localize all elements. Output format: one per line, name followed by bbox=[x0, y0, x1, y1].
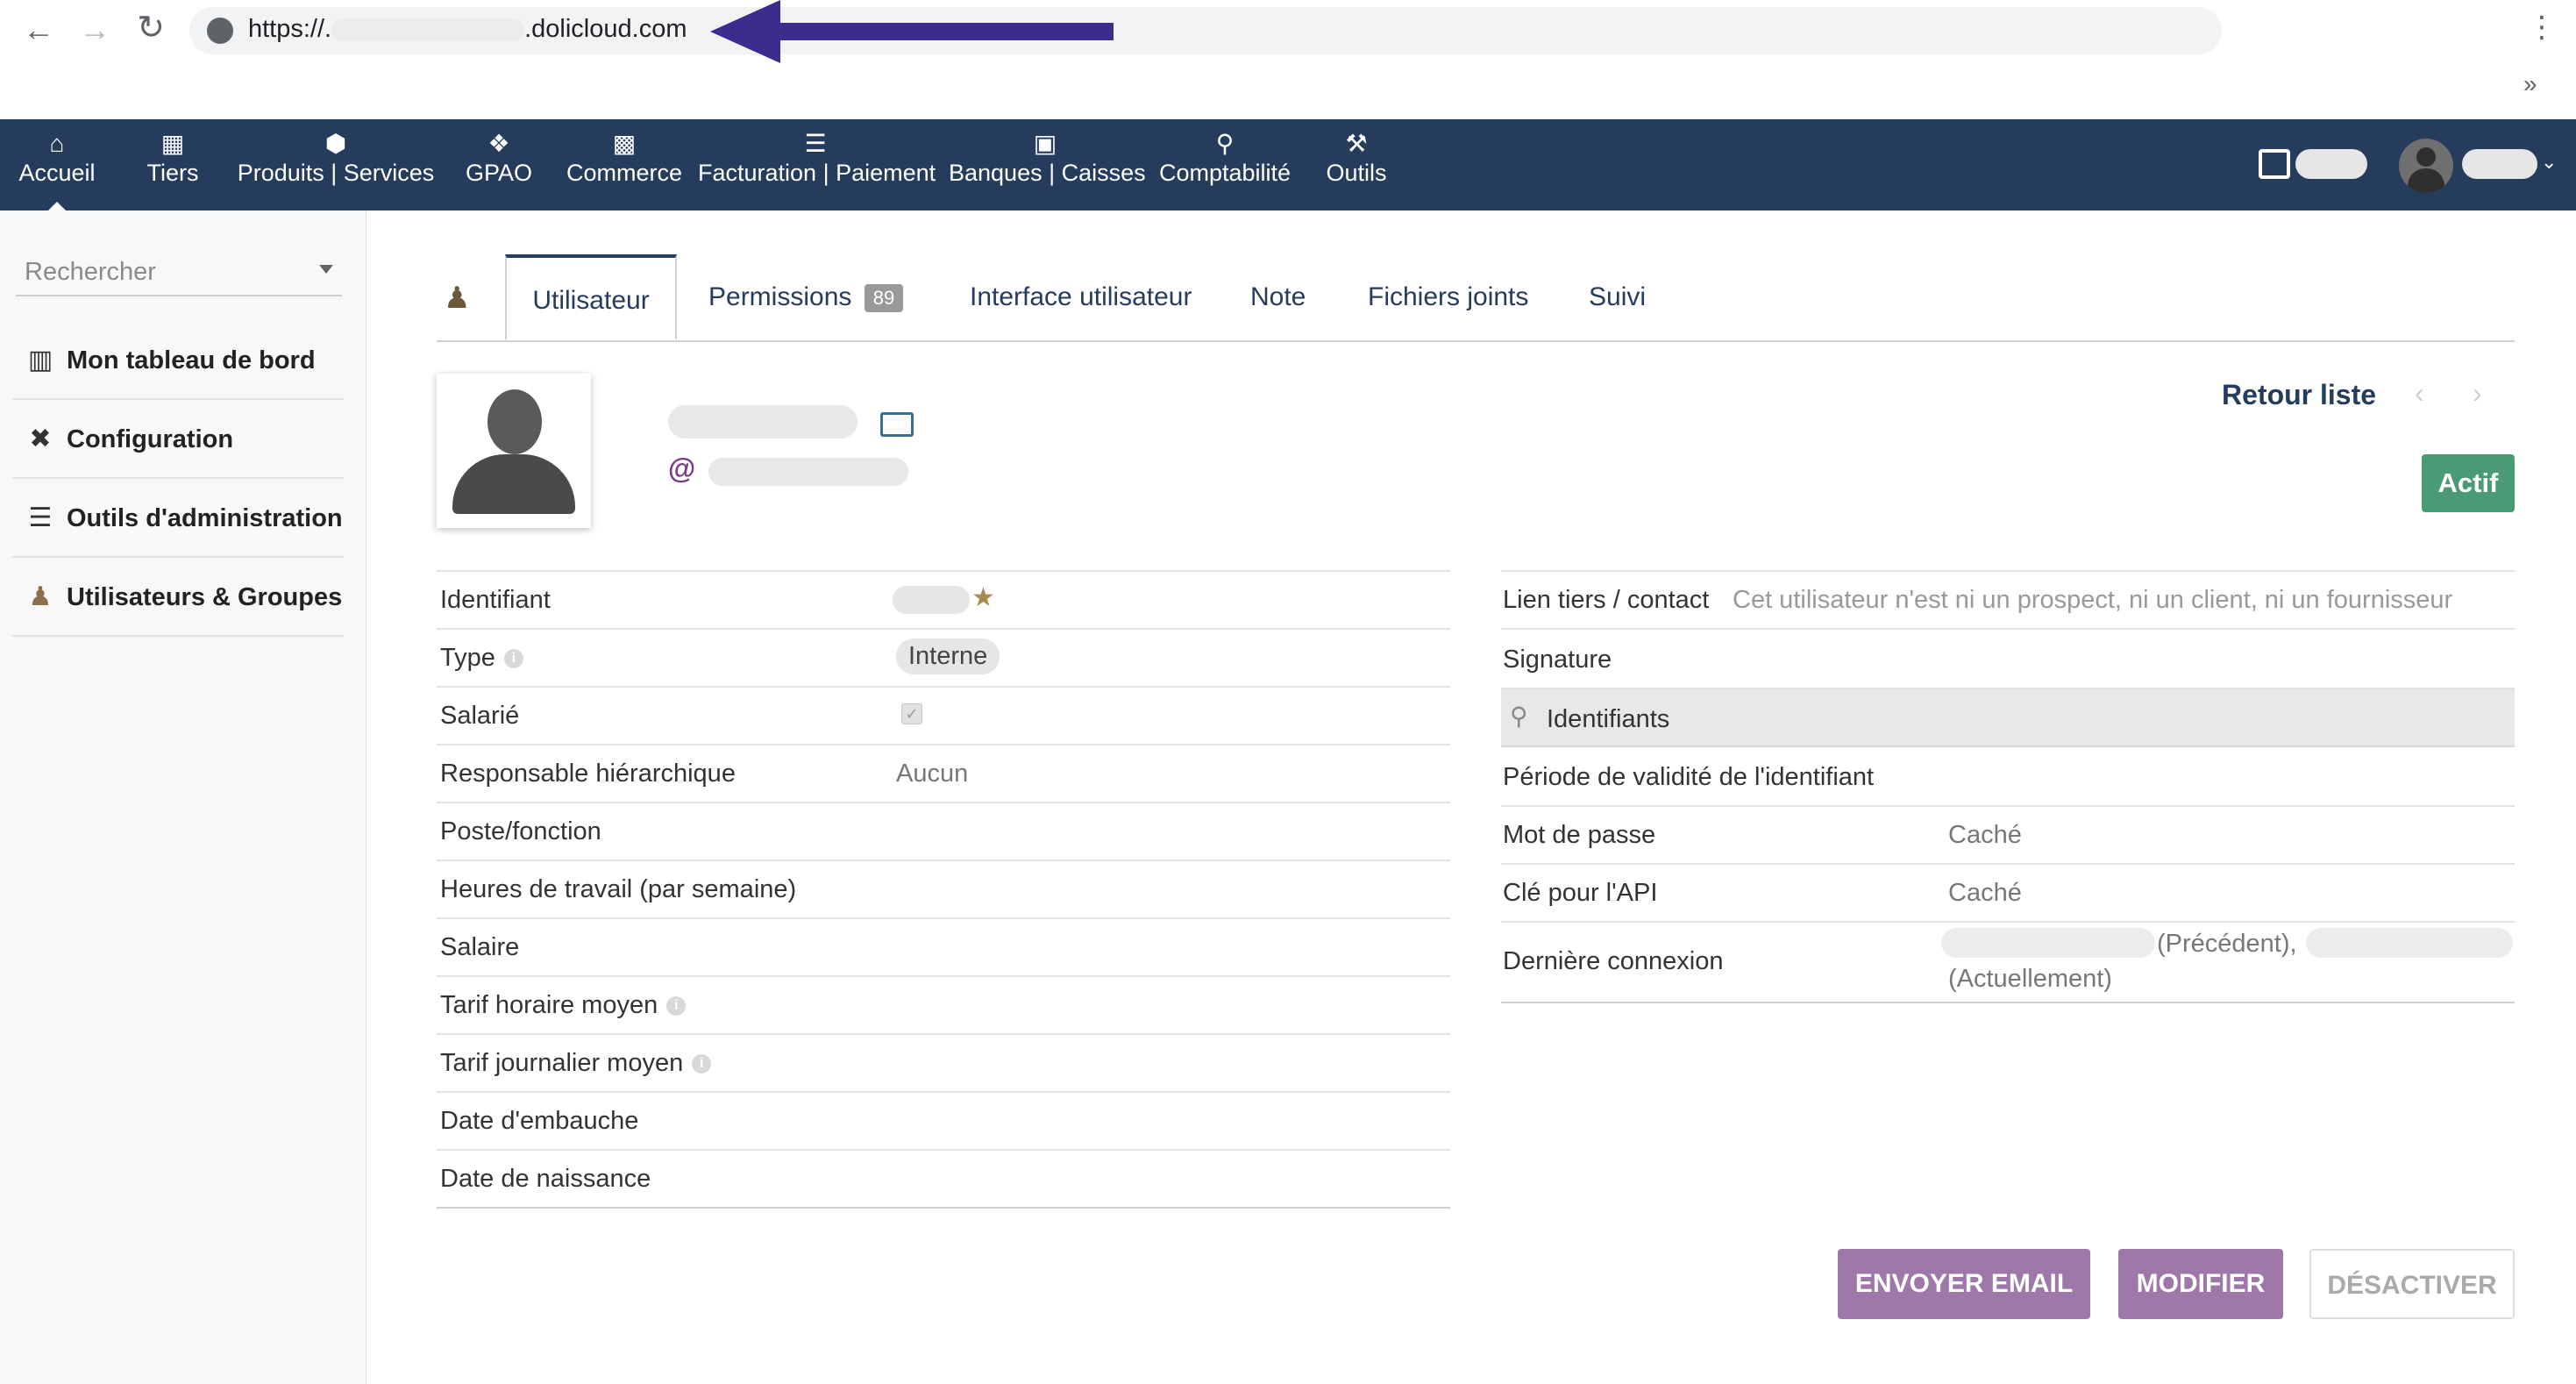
chart-bar-icon: ▥ bbox=[27, 346, 53, 375]
print-icon[interactable] bbox=[2259, 149, 2290, 179]
identifiant-placeholder bbox=[893, 586, 970, 614]
salarie-checkbox[interactable]: ✓ bbox=[901, 703, 922, 724]
identifiants-section-header: ⚲ Identifiants bbox=[1501, 689, 2515, 747]
menu-item-facturation-paiement[interactable]: ☰ Facturation | Paiement bbox=[698, 119, 936, 210]
menu-item-comptabilite[interactable]: ⚲ Comptabilité bbox=[1157, 119, 1292, 210]
field-row-date-embauche: Date d'embauche bbox=[437, 1093, 1450, 1151]
sidebar-item-utilisateurs-groupes[interactable]: ♟ Utilisateurs & Groupes bbox=[12, 558, 344, 637]
field-row-cle-api: Clé pour l'API Caché bbox=[1501, 865, 2515, 923]
home-icon: ⌂ bbox=[49, 130, 65, 157]
menu-item-banques-caisses[interactable]: ▣ Banques | Caisses bbox=[949, 119, 1146, 210]
menu-item-gpao[interactable]: ❖ GPAO bbox=[459, 119, 538, 210]
company-name-pill[interactable] bbox=[2295, 149, 2367, 179]
search-dollar-icon: ⚲ bbox=[1215, 130, 1235, 157]
tab-fichiers-joints[interactable]: Fichiers joints bbox=[1368, 254, 1528, 340]
field-row-derniere-connexion: Dernière connexion (Précédent), (Actuell… bbox=[1501, 923, 2515, 1003]
info-icon: i bbox=[666, 996, 687, 1017]
permissions-count-badge: 89 bbox=[864, 284, 904, 313]
search-placeholder: Rechercher bbox=[25, 258, 156, 286]
chevron-down-icon[interactable]: ⌄ bbox=[2541, 151, 2557, 174]
user-icon: ♟ bbox=[28, 582, 53, 611]
reload-icon[interactable]: ↻ bbox=[130, 11, 172, 45]
menu-item-produits-services[interactable]: ⬢ Produits | Services bbox=[237, 119, 435, 210]
field-row-mot-de-passe: Mot de passe Caché bbox=[1501, 807, 2515, 865]
previous-record-icon[interactable]: ‹ bbox=[2415, 377, 2424, 410]
annotation-arrow-icon bbox=[710, 0, 1114, 63]
field-row-identifiant: Identifiant ★ bbox=[437, 572, 1450, 630]
tab-utilisateur[interactable]: Utilisateur bbox=[505, 254, 677, 340]
send-email-button[interactable]: ENVOYER EMAIL bbox=[1838, 1249, 2090, 1319]
star-icon: ★ bbox=[971, 583, 995, 612]
url-text[interactable]: https://. .dolicloud.com bbox=[248, 15, 687, 44]
active-indicator bbox=[48, 202, 66, 210]
field-row-poste: Poste/fonction bbox=[437, 803, 1450, 861]
info-icon: i bbox=[692, 1054, 712, 1074]
user-avatar[interactable] bbox=[2399, 139, 2453, 193]
briefcase-icon: ▩ bbox=[612, 130, 637, 157]
user-email-placeholder[interactable] bbox=[708, 458, 908, 486]
coins-icon: ☰ bbox=[804, 130, 827, 157]
vcard-icon[interactable] bbox=[880, 412, 914, 437]
current-login-placeholder bbox=[2306, 928, 2513, 958]
modify-button[interactable]: MODIFIER bbox=[2118, 1249, 2283, 1319]
menu-item-outils[interactable]: ⚒ Outils bbox=[1320, 119, 1392, 210]
user-fullname-placeholder bbox=[668, 405, 857, 439]
dropdown-arrow-icon bbox=[319, 265, 333, 274]
menu-item-commerce[interactable]: ▩ Commerce bbox=[561, 119, 687, 210]
sidebar-item-configuration[interactable]: ✖ Configuration bbox=[12, 400, 344, 479]
field-row-tarif-journalier: Tarif journalier moyen i bbox=[437, 1035, 1450, 1093]
tab-permissions[interactable]: Permissions 89 bbox=[708, 254, 904, 340]
field-row-tarif-horaire: Tarif horaire moyen i bbox=[437, 977, 1450, 1035]
building-icon: ▦ bbox=[160, 130, 185, 157]
bookmarks-overflow-icon[interactable]: » bbox=[2523, 70, 2537, 98]
browser-menu-icon[interactable]: ⋮ bbox=[2527, 12, 2557, 42]
field-row-validite: Période de validité de l'identifiant bbox=[1501, 749, 2515, 807]
wrench-icon: ⚒ bbox=[1345, 130, 1368, 157]
field-row-heures: Heures de travail (par semaine) bbox=[437, 861, 1450, 919]
back-to-list-link[interactable]: Retour liste bbox=[2222, 379, 2376, 411]
tab-suivi[interactable]: Suivi bbox=[1589, 254, 1646, 340]
type-badge: Interne bbox=[896, 638, 1000, 674]
field-row-lien-tiers: Lien tiers / contact Cet utilisateur n'e… bbox=[1501, 572, 2515, 630]
forward-arrow-icon[interactable]: → bbox=[74, 14, 116, 46]
field-row-date-naissance: Date de naissance bbox=[437, 1151, 1450, 1209]
tab-note[interactable]: Note bbox=[1250, 254, 1306, 340]
status-badge: Actif bbox=[2422, 454, 2515, 512]
cubes-icon: ❖ bbox=[487, 130, 510, 157]
info-icon: i bbox=[503, 649, 523, 669]
user-name-pill[interactable] bbox=[2462, 149, 2537, 179]
key-icon: ⚲ bbox=[1510, 703, 1528, 730]
tools-icon: ✖ bbox=[29, 424, 52, 453]
next-record-icon[interactable]: › bbox=[2473, 377, 2482, 410]
sidebar-item-tableau-de-bord[interactable]: ▥ Mon tableau de bord bbox=[12, 321, 344, 400]
tabs-baseline bbox=[437, 340, 2515, 342]
cube-icon: ⬢ bbox=[324, 130, 347, 157]
menu-item-accueil[interactable]: ⌂ Accueil bbox=[7, 119, 107, 210]
user-photo[interactable] bbox=[437, 374, 591, 528]
field-row-type: Type i Interne bbox=[437, 630, 1450, 688]
server-icon: ☰ bbox=[28, 503, 53, 532]
previous-login-placeholder bbox=[1941, 928, 2155, 958]
menu-item-tiers[interactable]: ▦ Tiers bbox=[133, 119, 212, 210]
site-info-icon[interactable] bbox=[207, 18, 233, 44]
back-arrow-icon[interactable]: ← bbox=[18, 14, 60, 46]
field-row-salaire: Salaire bbox=[437, 919, 1450, 977]
email-icon: @ bbox=[668, 453, 696, 484]
tab-interface-utilisateur[interactable]: Interface utilisateur bbox=[970, 254, 1192, 340]
field-row-salarie: Salarié ✓ bbox=[437, 688, 1450, 746]
deactivate-button[interactable]: DÉSACTIVER bbox=[2309, 1249, 2515, 1319]
search-select[interactable]: Rechercher bbox=[16, 253, 342, 296]
user-tab-icon: ♟ bbox=[444, 282, 471, 315]
sidebar-item-outils-administration[interactable]: ☰ Outils d'administration bbox=[12, 479, 344, 558]
bank-icon: ▣ bbox=[1033, 130, 1057, 157]
field-row-signature: Signature bbox=[1501, 631, 2515, 689]
field-row-responsable: Responsable hiérarchique Aucun bbox=[437, 746, 1450, 803]
user-fields-left: Identifiant ★ Type i Interne Salarié ✓ Re… bbox=[437, 572, 1450, 1209]
